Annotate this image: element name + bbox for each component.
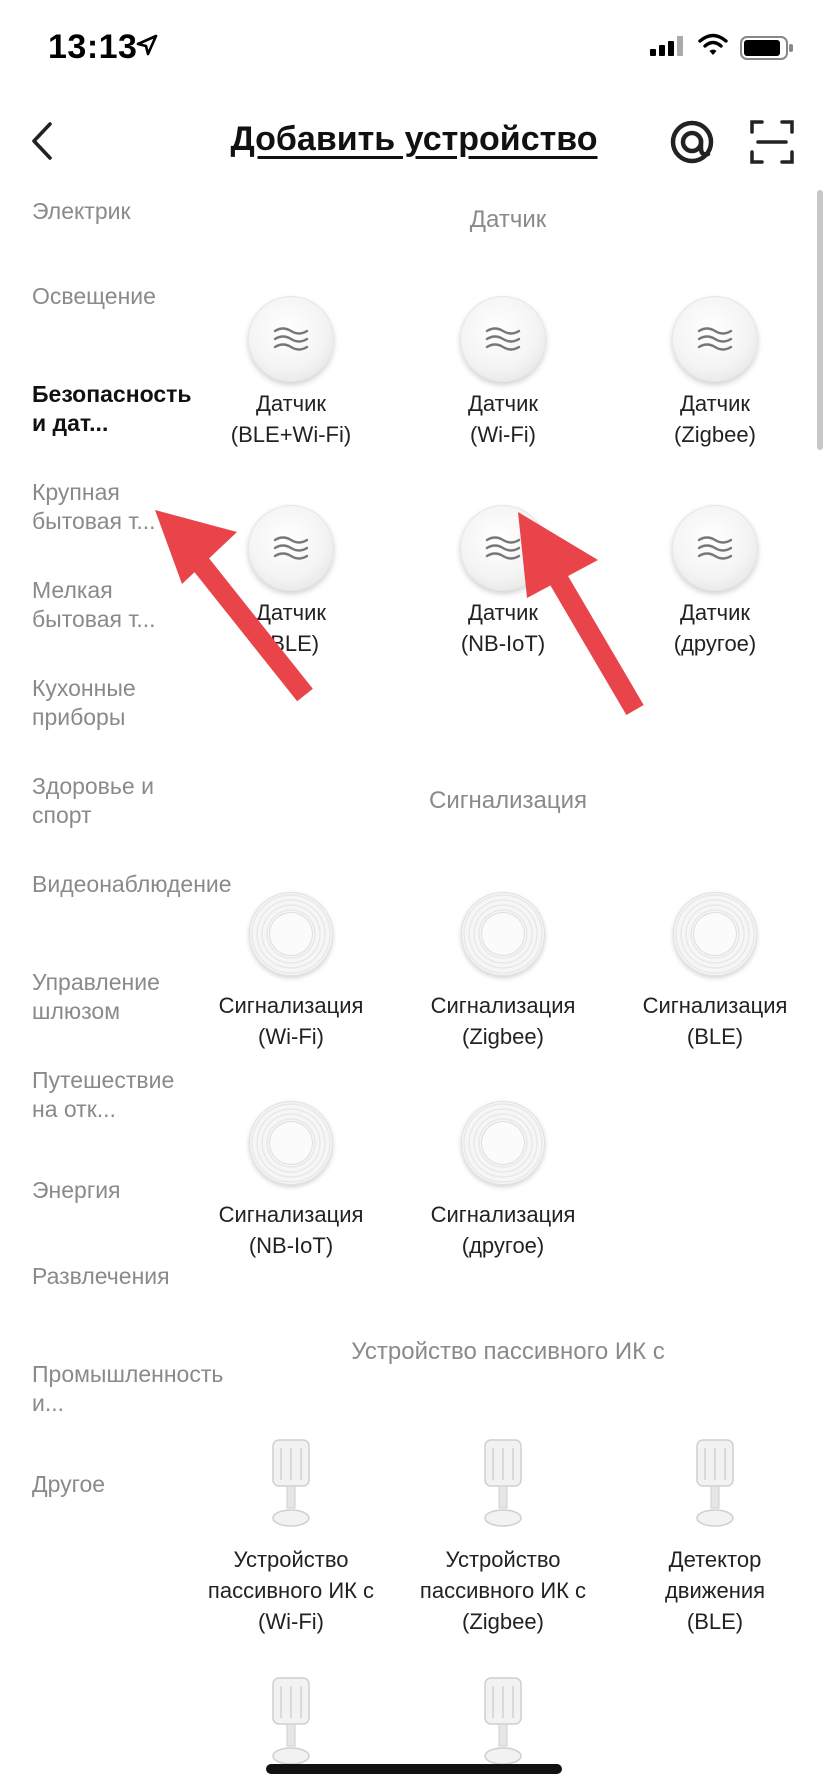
annotation-arrow-left [155,510,313,702]
home-indicator[interactable] [266,1764,562,1774]
annotation-arrows [155,510,644,716]
annotation-arrow-right [518,512,644,716]
